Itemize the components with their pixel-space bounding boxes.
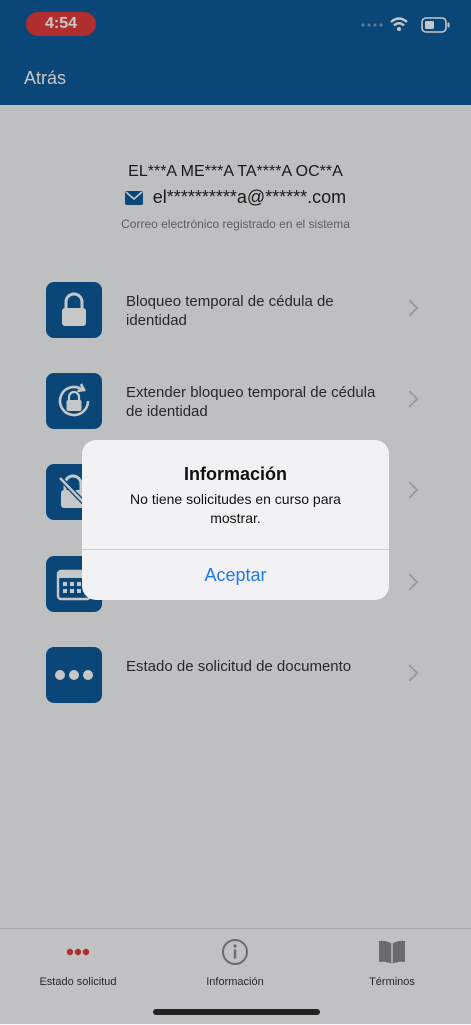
alert-title: Información bbox=[183, 464, 287, 484]
accept-button[interactable]: Aceptar bbox=[82, 550, 389, 600]
home-indicator bbox=[153, 1009, 320, 1015]
info-alert-dialog: Información No tiene solicitudes en curs… bbox=[82, 440, 389, 600]
alert-message: No tiene solicitudes en curso para mostr… bbox=[130, 491, 341, 526]
